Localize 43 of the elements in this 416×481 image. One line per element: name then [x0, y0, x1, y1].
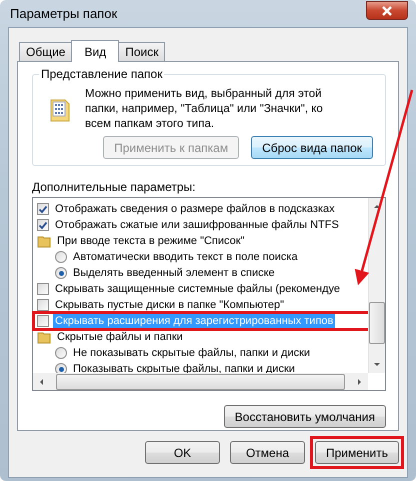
option-label[interactable]: Скрывать защищенные системные файлы (рекомендуе — [53, 282, 342, 296]
description-text: Можно применить вид, выбранный для этой папки, например, "Таблица" или "Значки", ко всем папкам этого типа. — [85, 87, 324, 132]
checkbox[interactable] — [37, 219, 49, 231]
group-title: Представление папок — [39, 67, 164, 81]
group-label: При вводе текста в режиме "Список" — [56, 234, 246, 248]
close-icon — [382, 6, 392, 16]
button[interactable]: Отмена — [230, 441, 305, 464]
radio-button[interactable] — [55, 347, 67, 359]
button[interactable]: Сброс вида папок — [251, 136, 373, 159]
group-label: Скрытые файлы и папки — [56, 330, 184, 344]
folder-grid-icon — [49, 97, 71, 123]
checkbox[interactable] — [37, 203, 49, 215]
button[interactable]: Применить — [314, 441, 399, 464]
option-label[interactable]: Отображать сведения о размере файлов в подсказках — [53, 202, 337, 216]
close-button[interactable] — [366, 1, 408, 20]
scroll-down-icon — [373, 362, 381, 368]
option-label[interactable]: Не показывать скрытые файлы, папки и диски — [71, 346, 312, 360]
restore-defaults-button[interactable]: Восстановить умолчания — [224, 405, 386, 428]
radio-button[interactable] — [55, 267, 67, 279]
folder-icon — [37, 234, 51, 248]
button[interactable]: OK — [144, 441, 220, 464]
window-title: Параметры папок — [9, 6, 118, 21]
scroll-thumb[interactable] — [369, 302, 385, 344]
option-label[interactable]: Автоматически вводить текст в поле поиска — [71, 250, 300, 264]
folder-icon — [37, 330, 51, 344]
scroll-up-icon — [373, 203, 381, 209]
section-label: Дополнительные параметры: — [32, 180, 196, 194]
radio-button[interactable] — [55, 251, 67, 263]
option-label[interactable]: Отображать сжатые или зашифрованные файлы NTFS — [53, 218, 341, 232]
scroll-left-icon — [38, 378, 44, 386]
option-label[interactable]: Выделять введенный элемент в списке — [71, 266, 277, 280]
vertical-scrollbar[interactable] — [368, 198, 385, 373]
tab[interactable]: Общие — [19, 42, 72, 61]
tab[interactable]: Поиск — [118, 42, 166, 61]
tab[interactable]: Вид — [71, 40, 120, 62]
checkbox[interactable] — [37, 299, 49, 311]
scroll-thumb[interactable] — [56, 374, 345, 390]
horizontal-scrollbar[interactable] — [33, 373, 368, 390]
checkbox[interactable] — [37, 283, 49, 295]
option-label[interactable]: Скрывать пустые диски в папке "Компьютер" — [53, 298, 286, 312]
option-label[interactable]: Показывать скрытые файлы, папки и диски — [71, 362, 297, 376]
checkbox[interactable] — [37, 315, 49, 327]
scroll-right-icon — [357, 378, 363, 386]
